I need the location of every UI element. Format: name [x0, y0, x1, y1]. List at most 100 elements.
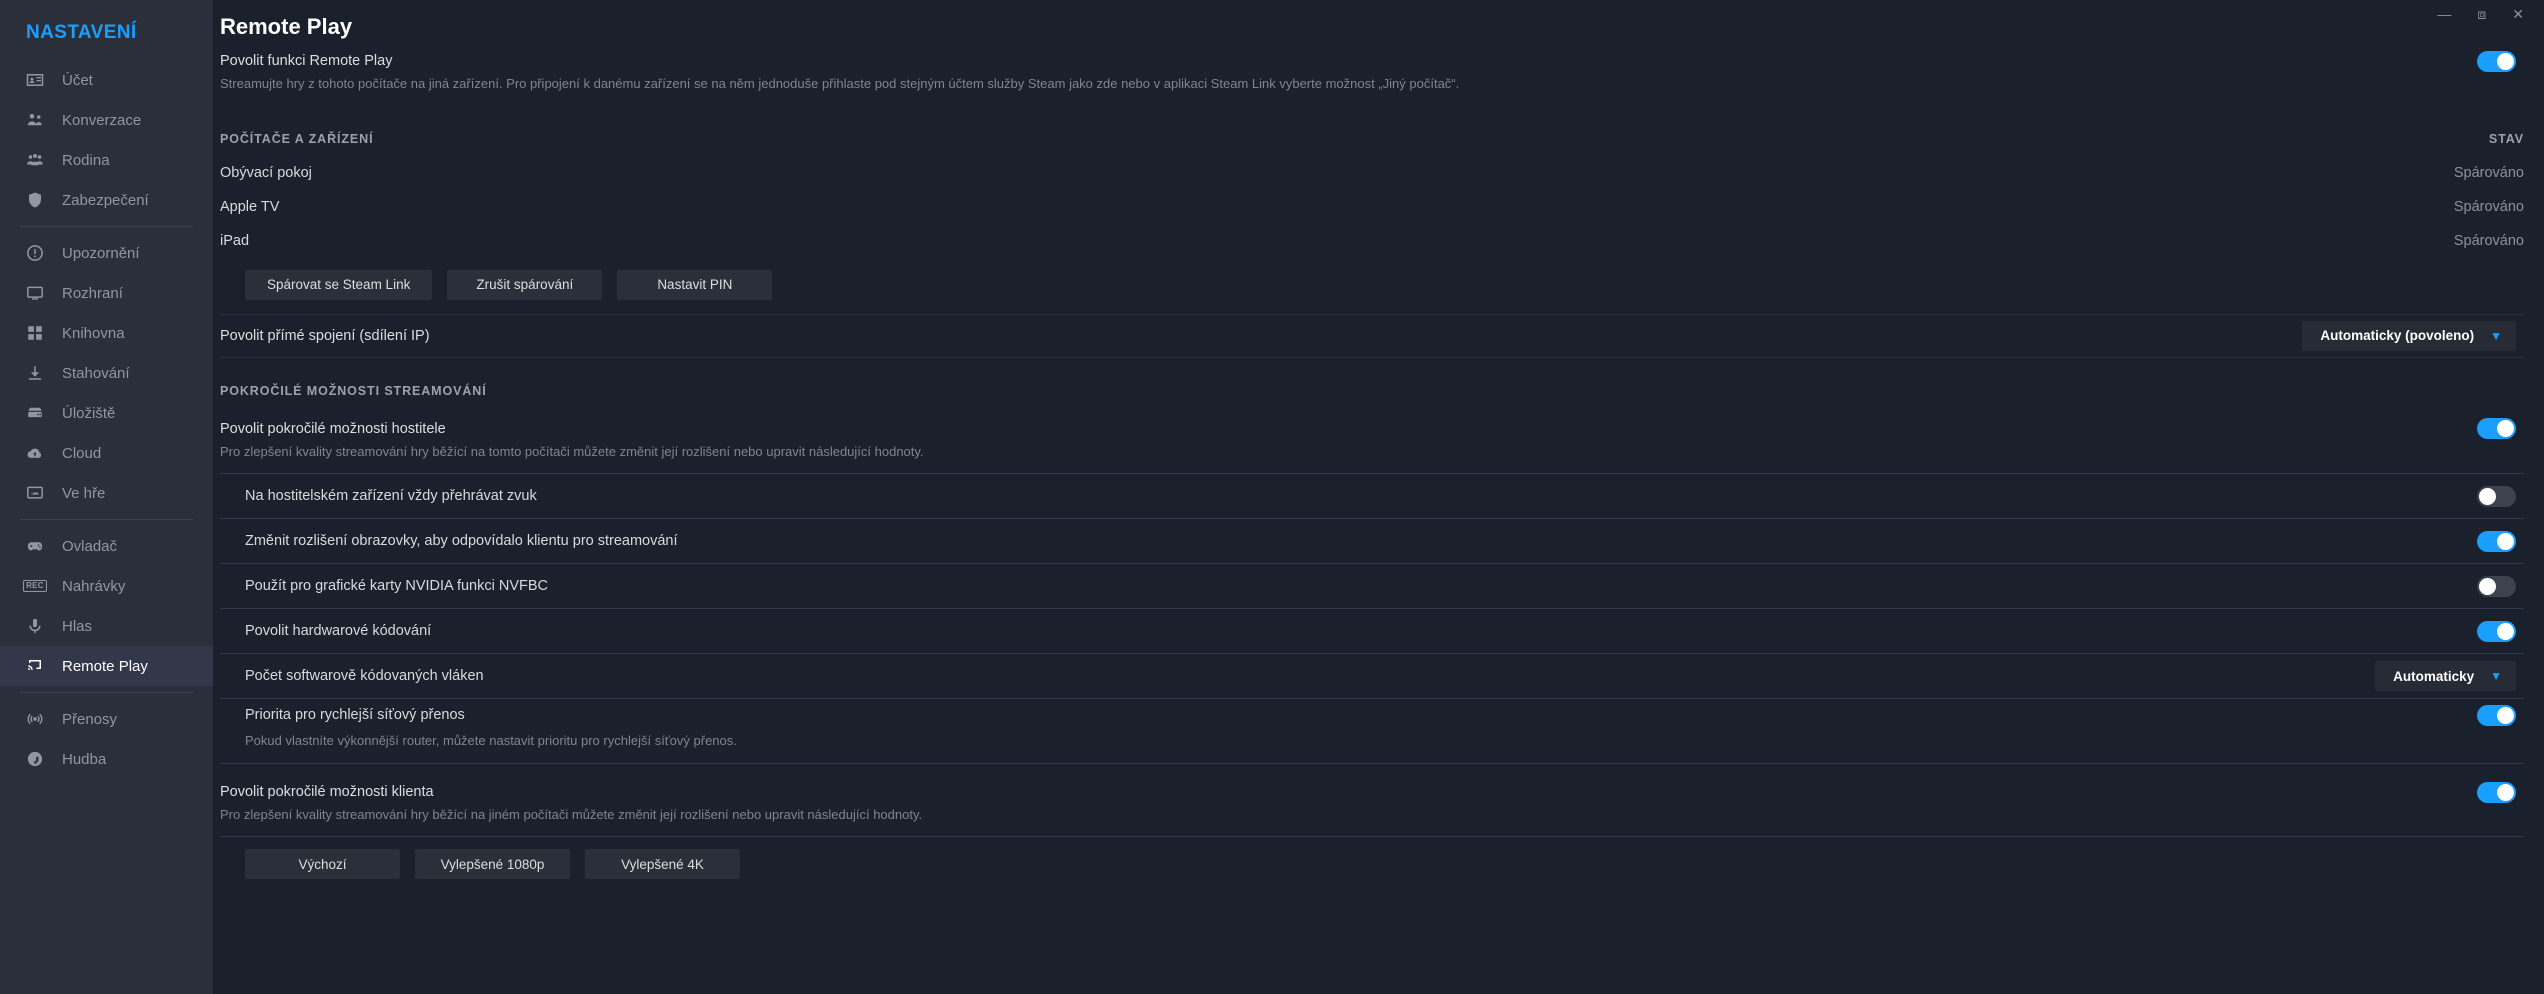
advanced-option-toggle[interactable]	[2477, 530, 2516, 552]
sidebar-item-úložiště[interactable]: Úložiště	[0, 393, 213, 433]
network-priority-toggle[interactable]	[2477, 704, 2516, 726]
drive-icon	[22, 403, 48, 423]
devices-list: Obývací pokoj Spárováno Apple TV Spárováno i…	[220, 156, 2524, 258]
sidebar-item-rodina[interactable]: Rodina	[0, 140, 213, 180]
sidebar-item-ve-hře[interactable]: Ve hře	[0, 473, 213, 513]
client-options-toggle[interactable]	[2477, 781, 2516, 803]
sidebar-item-cloud[interactable]: Cloud	[0, 433, 213, 473]
sidebar-item-label: Nahrávky	[62, 577, 126, 595]
sidebar-item-label: Zabezpečení	[62, 191, 149, 209]
sidebar-item-zabezpečení[interactable]: Zabezpečení	[0, 180, 213, 220]
sidebar-item-konverzace[interactable]: Konverzace	[0, 100, 213, 140]
host-options-label: Povolit pokročilé možnosti hostitele	[220, 420, 446, 437]
sidebar-item-label: Knihovna	[62, 324, 125, 342]
devices-section-heading: POČÍTAČE A ZAŘÍZENÍ	[220, 131, 374, 146]
sidebar-divider	[20, 692, 193, 693]
settings-sidebar: NASTAVENÍ Účet Konverzace Rodina Zabezpečen…	[0, 0, 213, 994]
advanced-section-heading: POKROČILÉ MOŽNOSTI STREAMOVÁNÍ	[220, 383, 487, 398]
direct-connection-value: Automaticky (povoleno)	[2320, 328, 2475, 343]
preset-4k-button[interactable]: Vylepšené 4K	[585, 849, 740, 879]
sidebar-item-rozhraní[interactable]: Rozhraní	[0, 273, 213, 313]
sidebar-item-label: Upozornění	[62, 244, 140, 262]
sidebar-item-label: Ve hře	[62, 484, 106, 502]
host-options-description: Pro zlepšení kvality streamování hry běž…	[220, 443, 924, 459]
preset-default-button[interactable]: Výchozí	[245, 849, 400, 879]
sidebar-item-label: Remote Play	[62, 657, 148, 675]
sidebar-item-ovladač[interactable]: Ovladač	[0, 526, 213, 566]
chevron-down-icon: ▼	[2490, 328, 2502, 343]
enable-remote-play-toggle[interactable]	[2477, 50, 2516, 72]
sidebar-item-label: Hudba	[62, 750, 107, 768]
settings-main-panel: — ⧈ ✕ Remote Play Povolit funkci Remote …	[213, 0, 2544, 994]
maximize-icon[interactable]: ⧈	[2477, 7, 2486, 21]
ingame-icon	[22, 483, 48, 503]
device-row[interactable]: iPad Spárováno	[220, 224, 2524, 258]
advanced-option-toggle[interactable]	[2477, 485, 2516, 507]
settings-window: NASTAVENÍ Účet Konverzace Rodina Zabezpečen…	[0, 0, 2544, 994]
toggle-knob	[2497, 783, 2514, 801]
direct-connection-dropdown[interactable]: Automaticky (povoleno) ▼	[2302, 320, 2516, 351]
download-icon	[22, 363, 48, 383]
sidebar-item-účet[interactable]: Účet	[0, 60, 213, 100]
sidebar-item-label: Hlas	[62, 617, 93, 635]
enable-remote-play-row: Povolit funkci Remote Play	[220, 40, 2524, 74]
account-card-icon	[22, 70, 48, 90]
sidebar-item-label: Ovladač	[62, 537, 118, 555]
broadcast-icon	[22, 709, 48, 729]
advanced-option-toggle[interactable]	[2477, 620, 2516, 642]
set-pin-button[interactable]: Nastavit PIN	[617, 269, 773, 300]
enable-remote-play-description: Streamujte hry z tohoto počítače na jiná…	[220, 76, 1460, 91]
advanced-option-row: Počet softwarově kódovaných vláken Automa…	[220, 654, 2524, 698]
client-options-row: Povolit pokročilé možnosti klienta	[220, 764, 2524, 805]
rec-icon: REC	[22, 576, 48, 596]
sidebar-divider	[20, 226, 193, 227]
close-icon[interactable]: ✕	[2512, 7, 2524, 21]
host-options-row: Povolit pokročilé možnosti hostitele	[220, 408, 2524, 442]
encoder-threads-dropdown[interactable]: Automaticky ▼	[2375, 661, 2516, 691]
sidebar-item-label: Úložiště	[62, 404, 116, 422]
advanced-option-label: Použít pro grafické karty NVIDIA funkci …	[245, 578, 548, 594]
preset-1080p-button[interactable]: Vylepšené 1080p	[415, 849, 570, 879]
advanced-option-row: Použít pro grafické karty NVIDIA funkci …	[220, 564, 2524, 608]
device-actions-button-row: Spárovat se Steam Link Zrušit spárování …	[220, 258, 2524, 314]
sidebar-item-hlas[interactable]: Hlas	[0, 606, 213, 646]
encoder-threads-value: Automaticky	[2393, 668, 2475, 684]
sidebar-item-přenosy[interactable]: Přenosy	[0, 699, 213, 739]
page-title: Remote Play	[220, 14, 353, 39]
cloud-sync-icon	[22, 443, 48, 463]
client-quality-preset-button-row: Výchozí Vylepšené 1080p Vylepšené 4K	[220, 837, 2524, 893]
toggle-knob	[2497, 52, 2514, 70]
toggle-knob	[2479, 487, 2496, 505]
sidebar-item-label: Přenosy	[62, 710, 118, 728]
toggle-knob	[2497, 706, 2514, 724]
bell-alert-icon	[22, 243, 48, 263]
sidebar-item-label: Stahování	[62, 364, 130, 382]
network-priority-row: Priorita pro rychlejší síťový přenos	[220, 699, 2524, 731]
sidebar-item-upozornění[interactable]: Upozornění	[0, 233, 213, 273]
sidebar-item-remote-play[interactable]: Remote Play	[0, 646, 213, 686]
grid-icon	[22, 323, 48, 343]
minimize-icon[interactable]: —	[2437, 7, 2451, 21]
sidebar-item-stahování[interactable]: Stahování	[0, 353, 213, 393]
advanced-option-toggle[interactable]	[2477, 575, 2516, 597]
device-row[interactable]: Apple TV Spárováno	[220, 190, 2524, 224]
enable-remote-play-label: Povolit funkci Remote Play	[220, 53, 393, 69]
host-options-toggle[interactable]	[2477, 418, 2516, 439]
microphone-icon	[22, 616, 48, 636]
device-status: Spárováno	[2453, 164, 2524, 181]
client-options-description: Pro zlepšení kvality streamování hry běž…	[220, 806, 923, 822]
monitor-icon	[22, 283, 48, 303]
sidebar-item-knihovna[interactable]: Knihovna	[0, 313, 213, 353]
device-status: Spárováno	[2453, 232, 2524, 249]
shield-icon	[22, 190, 48, 210]
family-icon	[22, 150, 48, 170]
advanced-option-label: Změnit rozlišení obrazovky, aby odpovída…	[245, 533, 678, 549]
device-name: Apple TV	[220, 198, 280, 215]
unpair-button[interactable]: Zrušit spárování	[447, 269, 603, 300]
sidebar-item-label: Konverzace	[62, 111, 142, 129]
sidebar-item-nahrávky[interactable]: REC Nahrávky	[0, 566, 213, 606]
pair-steam-link-button[interactable]: Spárovat se Steam Link	[245, 269, 433, 300]
device-row[interactable]: Obývací pokoj Spárováno	[220, 156, 2524, 190]
sidebar-item-hudba[interactable]: Hudba	[0, 739, 213, 779]
client-options-label: Povolit pokročilé možnosti klienta	[220, 784, 434, 800]
